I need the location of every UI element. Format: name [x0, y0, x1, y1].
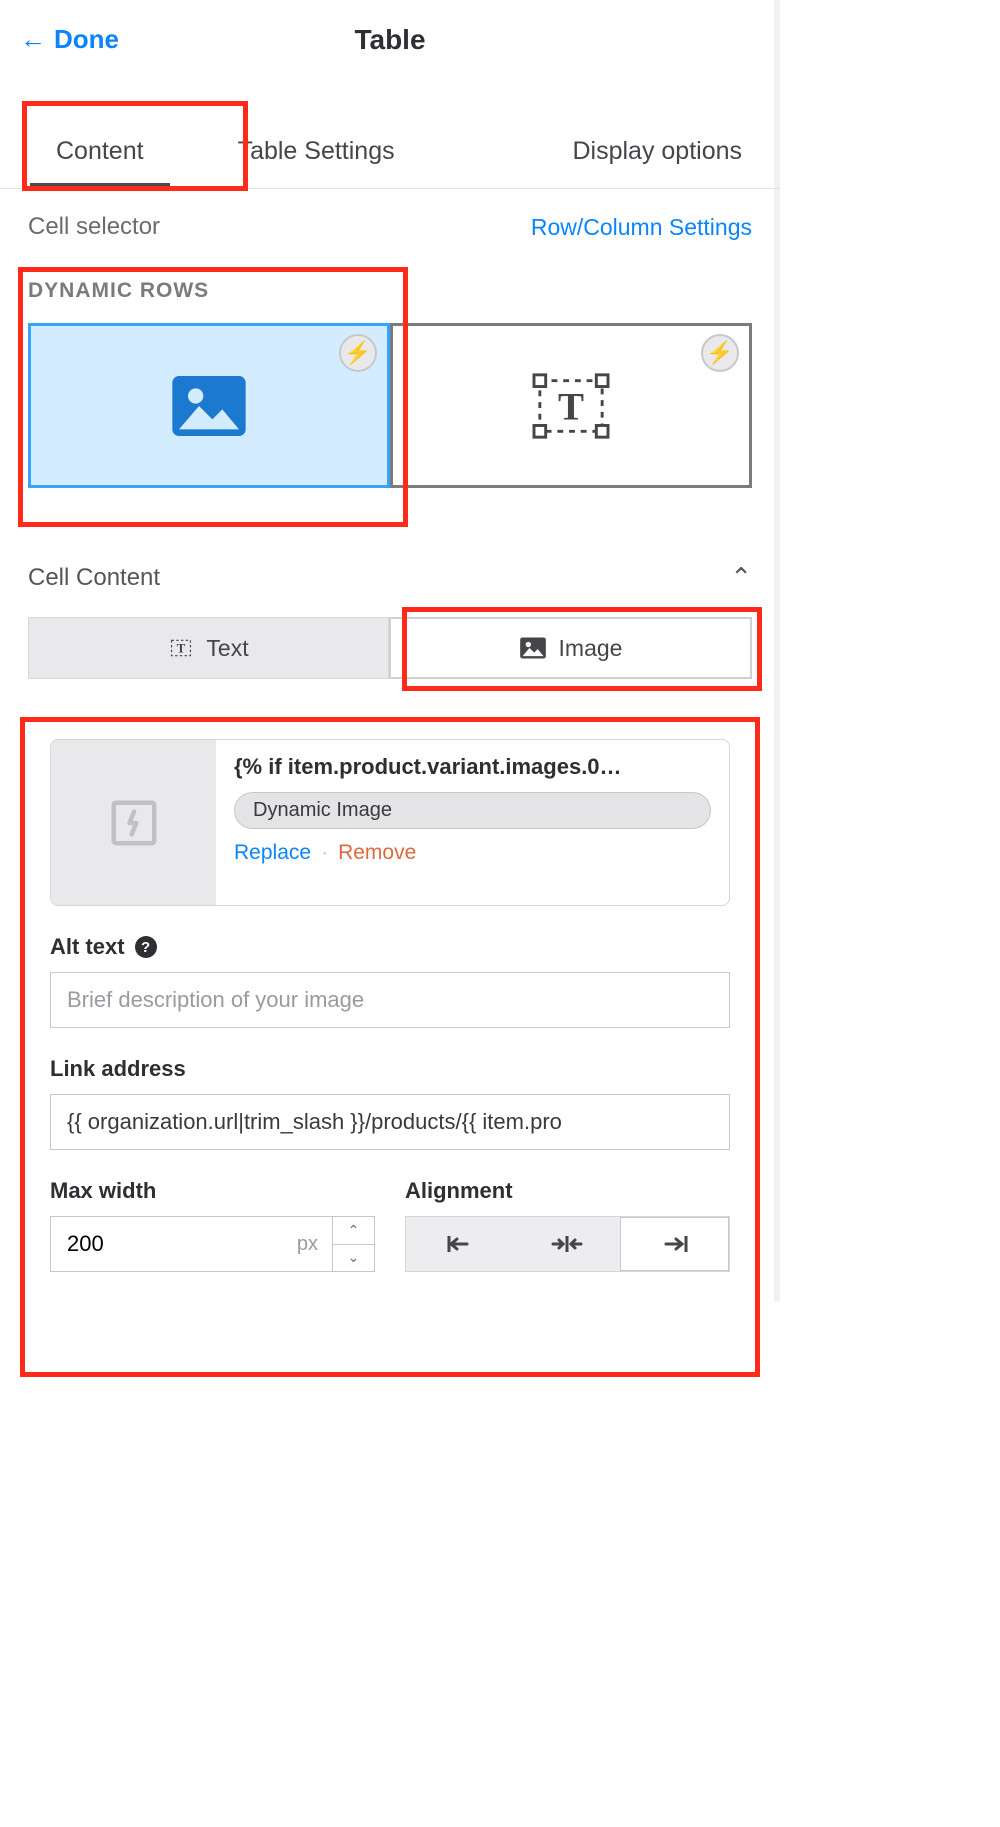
replace-link[interactable]: Replace: [234, 841, 311, 865]
cell-content-title: Cell Content: [28, 564, 160, 592]
chevron-down-icon: ⌄: [348, 1249, 360, 1266]
panel-header: ← Done Table: [0, 0, 780, 79]
alignment-field: Alignment: [405, 1178, 730, 1272]
stepper-down[interactable]: ⌄: [333, 1245, 374, 1272]
max-width-input[interactable]: [51, 1217, 282, 1271]
cell-content-header[interactable]: Cell Content ⌃: [0, 512, 780, 617]
tab-display-options[interactable]: Display options: [544, 109, 770, 188]
image-summary-row: {% if item.product.variant.images.0… Dyn…: [50, 739, 730, 906]
cell-selector-section: Cell selector Row/Column Settings DYNAMI…: [0, 189, 780, 512]
image-thumbnail[interactable]: [51, 740, 216, 905]
dynamic-row-cells: ⚡ ⚡ T: [28, 323, 752, 488]
toggle-image-label: Image: [559, 635, 623, 662]
align-left[interactable]: [406, 1217, 513, 1271]
dynamic-image-pill[interactable]: Dynamic Image: [234, 792, 711, 829]
tab-content[interactable]: Content: [0, 109, 200, 188]
svg-text:T: T: [558, 385, 584, 428]
alt-text-input[interactable]: [50, 972, 730, 1028]
align-left-icon: [445, 1233, 475, 1255]
max-width-field: Max width px ⌃ ⌄: [50, 1178, 375, 1272]
text-frame-icon: T: [168, 636, 194, 660]
max-width-unit: px: [282, 1217, 332, 1271]
image-source-title: {% if item.product.variant.images.0…: [234, 754, 711, 780]
toggle-image[interactable]: Image: [389, 617, 752, 679]
table-editor-panel: ← Done Table Content Table Settings Disp…: [0, 0, 780, 1302]
max-width-label: Max width: [50, 1178, 156, 1204]
alt-text-label: Alt text: [50, 934, 125, 960]
tabs: Content Table Settings Display options: [0, 109, 780, 189]
bolt-icon: ⚡: [701, 334, 739, 372]
link-address-label: Link address: [50, 1056, 186, 1082]
cell-selector-label: Cell selector: [28, 213, 160, 241]
text-frame-icon: T: [528, 369, 614, 443]
align-right-icon: [660, 1233, 690, 1255]
align-center[interactable]: [513, 1217, 620, 1271]
remove-link[interactable]: Remove: [338, 841, 416, 865]
help-icon[interactable]: ?: [135, 936, 157, 958]
stepper-up[interactable]: ⌃: [333, 1217, 374, 1245]
svg-text:T: T: [177, 641, 186, 656]
dynamic-rows-label: DYNAMIC ROWS: [28, 279, 752, 303]
image-icon: [519, 636, 547, 660]
alignment-group: [405, 1216, 730, 1272]
link-address-field: Link address: [50, 1056, 730, 1150]
image-form: {% if item.product.variant.images.0… Dyn…: [20, 709, 760, 1302]
align-right[interactable]: [620, 1217, 729, 1271]
max-width-stepper[interactable]: px ⌃ ⌄: [50, 1216, 375, 1272]
link-address-input[interactable]: [50, 1094, 730, 1150]
done-label: Done: [54, 24, 119, 55]
image-icon: [169, 371, 249, 441]
cell-image[interactable]: ⚡: [28, 323, 390, 488]
done-button[interactable]: ← Done: [20, 24, 119, 55]
alignment-label: Alignment: [405, 1178, 513, 1204]
align-center-icon: [550, 1233, 584, 1255]
cell-text[interactable]: ⚡ T: [390, 323, 752, 488]
content-type-toggle: T Text Image: [0, 617, 780, 679]
arrow-left-icon: ←: [20, 24, 46, 55]
bolt-icon: ⚡: [339, 334, 377, 372]
separator-dot: ·: [321, 841, 328, 865]
row-column-settings-link[interactable]: Row/Column Settings: [531, 214, 752, 241]
dynamic-image-icon: [107, 796, 161, 850]
toggle-text-label: Text: [206, 635, 248, 662]
chevron-up-icon: ⌃: [348, 1222, 360, 1239]
alt-text-field: Alt text ?: [50, 934, 730, 1028]
tab-table-settings[interactable]: Table Settings: [210, 109, 423, 188]
toggle-text[interactable]: T Text: [28, 617, 389, 679]
chevron-up-icon: ⌃: [730, 562, 752, 593]
